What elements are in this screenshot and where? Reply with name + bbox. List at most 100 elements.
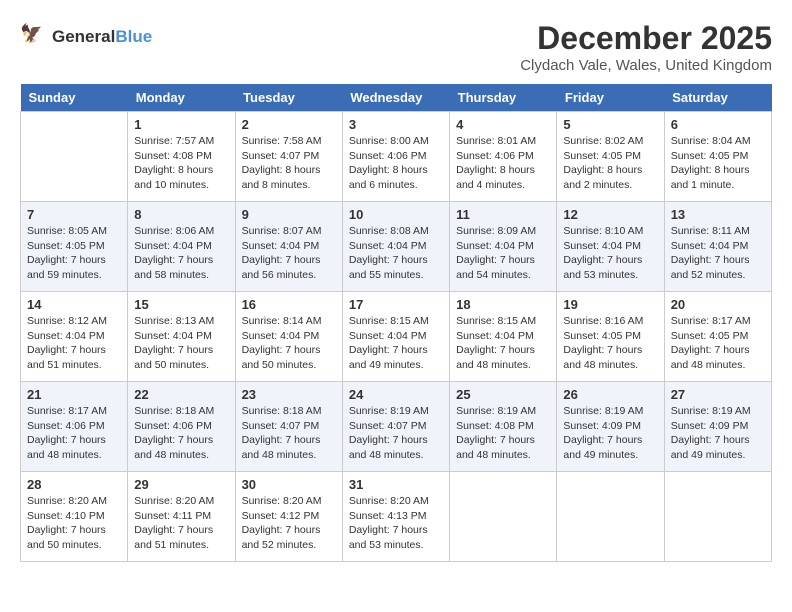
date-number: 9 [242, 207, 336, 222]
date-number: 11 [456, 207, 550, 222]
page-header: 🦅 GeneralBlue December 2025 Clydach Vale… [20, 20, 772, 74]
calendar-cell: 1 Sunrise: 7:57 AMSunset: 4:08 PMDayligh… [128, 112, 235, 202]
sunrise-text: Sunrise: 8:20 AMSunset: 4:13 PMDaylight:… [349, 495, 429, 551]
calendar-cell: 13 Sunrise: 8:11 AMSunset: 4:04 PMDaylig… [664, 202, 771, 292]
logo-icon: 🦅 [20, 20, 48, 53]
calendar-cell: 4 Sunrise: 8:01 AMSunset: 4:06 PMDayligh… [450, 112, 557, 202]
week-row-5: 28 Sunrise: 8:20 AMSunset: 4:10 PMDaylig… [21, 472, 772, 562]
sunrise-text: Sunrise: 8:01 AMSunset: 4:06 PMDaylight:… [456, 135, 536, 191]
date-number: 17 [349, 297, 443, 312]
date-number: 2 [242, 117, 336, 132]
calendar-cell: 30 Sunrise: 8:20 AMSunset: 4:12 PMDaylig… [235, 472, 342, 562]
date-number: 4 [456, 117, 550, 132]
header-monday: Monday [128, 84, 235, 112]
sunrise-text: Sunrise: 8:06 AMSunset: 4:04 PMDaylight:… [134, 225, 214, 281]
calendar-cell [21, 112, 128, 202]
sunrise-text: Sunrise: 8:11 AMSunset: 4:04 PMDaylight:… [671, 225, 750, 281]
date-number: 16 [242, 297, 336, 312]
sunrise-text: Sunrise: 8:09 AMSunset: 4:04 PMDaylight:… [456, 225, 536, 281]
sunrise-text: Sunrise: 8:16 AMSunset: 4:05 PMDaylight:… [563, 315, 643, 371]
sunrise-text: Sunrise: 8:10 AMSunset: 4:04 PMDaylight:… [563, 225, 643, 281]
date-number: 29 [134, 477, 228, 492]
date-number: 25 [456, 387, 550, 402]
calendar-cell: 17 Sunrise: 8:15 AMSunset: 4:04 PMDaylig… [342, 292, 449, 382]
header-tuesday: Tuesday [235, 84, 342, 112]
date-number: 20 [671, 297, 765, 312]
week-row-4: 21 Sunrise: 8:17 AMSunset: 4:06 PMDaylig… [21, 382, 772, 472]
calendar-cell: 14 Sunrise: 8:12 AMSunset: 4:04 PMDaylig… [21, 292, 128, 382]
logo-general: GeneralBlue [52, 27, 152, 47]
sunrise-text: Sunrise: 8:17 AMSunset: 4:05 PMDaylight:… [671, 315, 751, 371]
calendar-cell: 2 Sunrise: 7:58 AMSunset: 4:07 PMDayligh… [235, 112, 342, 202]
calendar-cell: 26 Sunrise: 8:19 AMSunset: 4:09 PMDaylig… [557, 382, 664, 472]
date-number: 14 [27, 297, 121, 312]
week-row-2: 7 Sunrise: 8:05 AMSunset: 4:05 PMDayligh… [21, 202, 772, 292]
calendar-cell: 5 Sunrise: 8:02 AMSunset: 4:05 PMDayligh… [557, 112, 664, 202]
calendar-cell [664, 472, 771, 562]
calendar-cell: 3 Sunrise: 8:00 AMSunset: 4:06 PMDayligh… [342, 112, 449, 202]
date-number: 13 [671, 207, 765, 222]
date-number: 15 [134, 297, 228, 312]
calendar-cell: 27 Sunrise: 8:19 AMSunset: 4:09 PMDaylig… [664, 382, 771, 472]
date-number: 12 [563, 207, 657, 222]
week-row-1: 1 Sunrise: 7:57 AMSunset: 4:08 PMDayligh… [21, 112, 772, 202]
calendar-title-area: December 2025 Clydach Vale, Wales, Unite… [520, 20, 772, 74]
sunrise-text: Sunrise: 8:19 AMSunset: 4:09 PMDaylight:… [671, 405, 751, 461]
sunrise-text: Sunrise: 8:02 AMSunset: 4:05 PMDaylight:… [563, 135, 643, 191]
sunrise-text: Sunrise: 8:00 AMSunset: 4:06 PMDaylight:… [349, 135, 429, 191]
calendar-cell: 31 Sunrise: 8:20 AMSunset: 4:13 PMDaylig… [342, 472, 449, 562]
sunrise-text: Sunrise: 8:18 AMSunset: 4:06 PMDaylight:… [134, 405, 214, 461]
date-number: 30 [242, 477, 336, 492]
date-number: 7 [27, 207, 121, 222]
calendar-cell: 29 Sunrise: 8:20 AMSunset: 4:11 PMDaylig… [128, 472, 235, 562]
calendar-cell: 25 Sunrise: 8:19 AMSunset: 4:08 PMDaylig… [450, 382, 557, 472]
date-number: 21 [27, 387, 121, 402]
calendar-cell: 10 Sunrise: 8:08 AMSunset: 4:04 PMDaylig… [342, 202, 449, 292]
calendar-cell: 7 Sunrise: 8:05 AMSunset: 4:05 PMDayligh… [21, 202, 128, 292]
date-number: 1 [134, 117, 228, 132]
date-number: 10 [349, 207, 443, 222]
calendar-cell: 28 Sunrise: 8:20 AMSunset: 4:10 PMDaylig… [21, 472, 128, 562]
sunrise-text: Sunrise: 8:19 AMSunset: 4:07 PMDaylight:… [349, 405, 429, 461]
header-wednesday: Wednesday [342, 84, 449, 112]
header-sunday: Sunday [21, 84, 128, 112]
date-number: 22 [134, 387, 228, 402]
calendar-cell [450, 472, 557, 562]
date-number: 18 [456, 297, 550, 312]
days-header-row: Sunday Monday Tuesday Wednesday Thursday… [21, 84, 772, 112]
sunrise-text: Sunrise: 8:08 AMSunset: 4:04 PMDaylight:… [349, 225, 429, 281]
calendar-table: Sunday Monday Tuesday Wednesday Thursday… [20, 84, 772, 562]
calendar-cell: 21 Sunrise: 8:17 AMSunset: 4:06 PMDaylig… [21, 382, 128, 472]
week-row-3: 14 Sunrise: 8:12 AMSunset: 4:04 PMDaylig… [21, 292, 772, 382]
calendar-cell: 22 Sunrise: 8:18 AMSunset: 4:06 PMDaylig… [128, 382, 235, 472]
header-saturday: Saturday [664, 84, 771, 112]
calendar-cell: 16 Sunrise: 8:14 AMSunset: 4:04 PMDaylig… [235, 292, 342, 382]
sunrise-text: Sunrise: 8:19 AMSunset: 4:09 PMDaylight:… [563, 405, 643, 461]
date-number: 8 [134, 207, 228, 222]
calendar-cell: 8 Sunrise: 8:06 AMSunset: 4:04 PMDayligh… [128, 202, 235, 292]
sunrise-text: Sunrise: 8:13 AMSunset: 4:04 PMDaylight:… [134, 315, 214, 371]
calendar-cell: 18 Sunrise: 8:15 AMSunset: 4:04 PMDaylig… [450, 292, 557, 382]
sunrise-text: Sunrise: 7:58 AMSunset: 4:07 PMDaylight:… [242, 135, 322, 191]
date-number: 31 [349, 477, 443, 492]
calendar-cell [557, 472, 664, 562]
sunrise-text: Sunrise: 8:18 AMSunset: 4:07 PMDaylight:… [242, 405, 322, 461]
sunrise-text: Sunrise: 8:14 AMSunset: 4:04 PMDaylight:… [242, 315, 322, 371]
sunrise-text: Sunrise: 8:20 AMSunset: 4:12 PMDaylight:… [242, 495, 322, 551]
date-number: 23 [242, 387, 336, 402]
sunrise-text: Sunrise: 8:07 AMSunset: 4:04 PMDaylight:… [242, 225, 322, 281]
sunrise-text: Sunrise: 8:20 AMSunset: 4:11 PMDaylight:… [134, 495, 214, 551]
calendar-cell: 12 Sunrise: 8:10 AMSunset: 4:04 PMDaylig… [557, 202, 664, 292]
date-number: 6 [671, 117, 765, 132]
calendar-cell: 15 Sunrise: 8:13 AMSunset: 4:04 PMDaylig… [128, 292, 235, 382]
month-title: December 2025 [520, 20, 772, 57]
calendar-cell: 20 Sunrise: 8:17 AMSunset: 4:05 PMDaylig… [664, 292, 771, 382]
calendar-cell: 24 Sunrise: 8:19 AMSunset: 4:07 PMDaylig… [342, 382, 449, 472]
date-number: 24 [349, 387, 443, 402]
calendar-cell: 19 Sunrise: 8:16 AMSunset: 4:05 PMDaylig… [557, 292, 664, 382]
calendar-cell: 9 Sunrise: 8:07 AMSunset: 4:04 PMDayligh… [235, 202, 342, 292]
sunrise-text: Sunrise: 8:04 AMSunset: 4:05 PMDaylight:… [671, 135, 751, 191]
calendar-cell: 23 Sunrise: 8:18 AMSunset: 4:07 PMDaylig… [235, 382, 342, 472]
sunrise-text: Sunrise: 8:12 AMSunset: 4:04 PMDaylight:… [27, 315, 107, 371]
date-number: 19 [563, 297, 657, 312]
